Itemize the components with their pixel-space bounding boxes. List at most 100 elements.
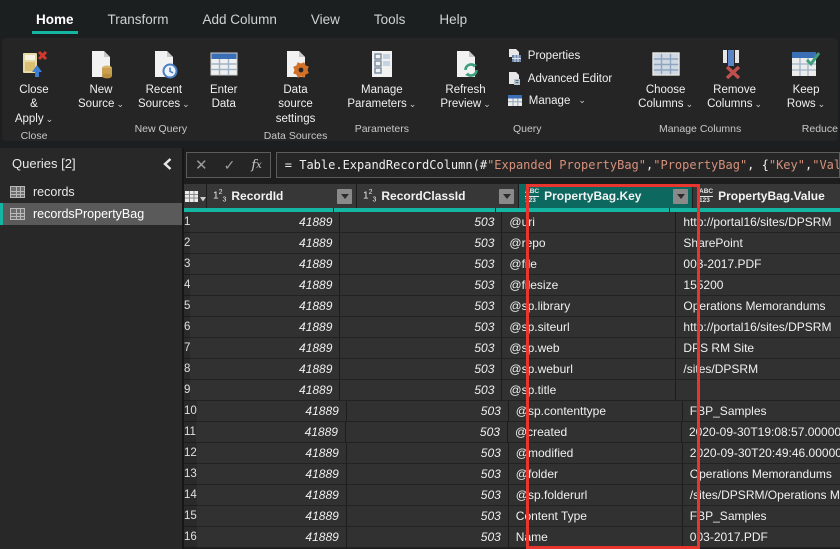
cell-recordclassid[interactable]: 503 xyxy=(347,506,509,527)
cell-recordid[interactable]: 41889 xyxy=(197,443,347,464)
cell-propertybag-value[interactable]: 003-2017.PDF xyxy=(683,527,840,548)
cell-recordid[interactable]: 41889 xyxy=(197,485,347,506)
cell-propertybag-key[interactable]: Content Type xyxy=(509,506,683,527)
keep-rows-button[interactable]: KeepRows⌄ xyxy=(780,44,832,113)
choose-columns-button[interactable]: ChooseColumns⌄ xyxy=(632,44,699,113)
row-number[interactable]: 12 xyxy=(184,443,197,464)
cell-propertybag-value[interactable] xyxy=(676,380,840,401)
cell-propertybag-key[interactable]: @sp.folderurl xyxy=(509,485,683,506)
cell-propertybag-key[interactable]: @repo xyxy=(502,233,676,254)
cell-recordid[interactable]: 41889 xyxy=(190,212,340,233)
cell-recordclassid[interactable]: 503 xyxy=(347,443,509,464)
cell-propertybag-value[interactable]: http://portal16/sites/DPSRM xyxy=(676,317,840,338)
new-source-button[interactable]: NewSource⌄ xyxy=(72,44,130,113)
chevron-left-icon[interactable] xyxy=(163,158,172,170)
remove-columns-button[interactable]: RemoveColumns⌄ xyxy=(701,44,768,113)
cell-propertybag-key[interactable]: @file xyxy=(502,254,676,275)
manage-parameters-button[interactable]: ManageParameters⌄ xyxy=(341,44,422,113)
cell-propertybag-value[interactable]: SharePoint xyxy=(676,233,840,254)
cell-propertybag-value[interactable]: DPS RM Site xyxy=(676,338,840,359)
select-all-corner[interactable] xyxy=(184,184,207,208)
cell-propertybag-value[interactable]: Operations Memorandums xyxy=(676,296,840,317)
cell-propertybag-value[interactable]: 155200 xyxy=(676,275,840,296)
properties-button[interactable]: Properties xyxy=(503,46,616,65)
column-header-recordid[interactable]: 123RecordId xyxy=(207,184,357,208)
cell-recordclassid[interactable]: 503 xyxy=(347,527,509,548)
cell-recordid[interactable]: 41889 xyxy=(196,422,346,443)
cell-recordclassid[interactable]: 503 xyxy=(347,401,509,422)
cell-recordid[interactable]: 41889 xyxy=(197,527,347,548)
row-number[interactable]: 15 xyxy=(184,506,197,527)
cell-propertybag-key[interactable]: @filesize xyxy=(502,275,676,296)
cell-recordid[interactable]: 41889 xyxy=(190,254,340,275)
row-number[interactable]: 13 xyxy=(184,464,197,485)
cell-recordclassid[interactable]: 503 xyxy=(340,296,502,317)
cell-propertybag-key[interactable]: @sp.web xyxy=(502,338,676,359)
cell-recordclassid[interactable]: 503 xyxy=(340,338,502,359)
cell-propertybag-value[interactable]: /sites/DPSRM xyxy=(676,359,840,380)
cell-propertybag-key[interactable]: Name xyxy=(509,527,683,548)
menu-tab-tools[interactable]: Tools xyxy=(360,0,420,38)
query-item-records[interactable]: records xyxy=(0,181,182,203)
menu-tab-view[interactable]: View xyxy=(297,0,354,38)
cell-propertybag-value[interactable]: /sites/DPSRM/Operations M xyxy=(683,485,840,506)
row-number[interactable]: 14 xyxy=(184,485,197,506)
cell-recordid[interactable]: 41889 xyxy=(190,359,340,380)
cell-propertybag-key[interactable]: @created xyxy=(508,422,682,443)
filter-dropdown-icon[interactable] xyxy=(673,189,688,204)
cell-recordid[interactable]: 41889 xyxy=(190,233,340,254)
row-number[interactable]: 16 xyxy=(184,527,197,548)
cell-recordid[interactable]: 41889 xyxy=(190,338,340,359)
row-number[interactable]: 10 xyxy=(184,401,197,422)
column-header-recordclassid[interactable]: 123RecordClassId xyxy=(357,184,519,208)
cell-propertybag-key[interactable]: @sp.siteurl xyxy=(502,317,676,338)
cell-propertybag-key[interactable]: @sp.weburl xyxy=(502,359,676,380)
column-header-propertybag-value[interactable]: ABC123PropertyBag.Value xyxy=(693,184,840,208)
cell-recordid[interactable]: 41889 xyxy=(190,296,340,317)
cell-recordid[interactable]: 41889 xyxy=(197,401,347,422)
cell-recordid[interactable]: 41889 xyxy=(190,275,340,296)
filter-dropdown-icon[interactable] xyxy=(337,189,352,204)
cell-recordclassid[interactable]: 503 xyxy=(347,464,509,485)
cell-recordclassid[interactable]: 503 xyxy=(340,233,502,254)
cell-recordid[interactable]: 41889 xyxy=(197,464,347,485)
cell-propertybag-value[interactable]: FBP_Samples xyxy=(683,506,840,527)
close-apply-button[interactable]: Close &Apply⌄ xyxy=(8,44,60,127)
menu-tab-add-column[interactable]: Add Column xyxy=(189,0,291,38)
cell-propertybag-key[interactable]: @sp.library xyxy=(502,296,676,317)
manage-button[interactable]: Manage⌄ xyxy=(503,92,616,109)
recent-sources-button[interactable]: RecentSources⌄ xyxy=(132,44,196,113)
cell-recordclassid[interactable]: 503 xyxy=(340,380,502,401)
advanced-editor-button[interactable]: Advanced Editor xyxy=(503,69,616,88)
filter-dropdown-icon[interactable] xyxy=(499,189,514,204)
row-number[interactable]: 11 xyxy=(184,422,196,443)
menu-tab-home[interactable]: Home xyxy=(22,0,88,38)
cell-recordid[interactable]: 41889 xyxy=(197,506,347,527)
check-icon[interactable]: ✓ xyxy=(224,157,236,174)
cell-propertybag-value[interactable]: http://portal16/sites/DPSRM xyxy=(676,212,840,233)
cell-recordclassid[interactable]: 503 xyxy=(340,275,502,296)
cell-propertybag-key[interactable]: @modified xyxy=(509,443,683,464)
cell-recordclassid[interactable]: 503 xyxy=(340,254,502,275)
cell-recordclassid[interactable]: 503 xyxy=(340,212,502,233)
cell-propertybag-key[interactable]: @sp.contenttype xyxy=(509,401,683,422)
fx-icon[interactable]: fx xyxy=(251,158,261,173)
remove-rows-button[interactable]: RemoveRows⌄ xyxy=(834,44,838,113)
cell-propertybag-value[interactable]: Operations Memorandums xyxy=(683,464,840,485)
formula-input[interactable]: = Table.ExpandRecordColumn(#"Expanded Pr… xyxy=(276,152,840,178)
cell-recordclassid[interactable]: 503 xyxy=(347,485,509,506)
menu-tab-help[interactable]: Help xyxy=(425,0,481,38)
data-source-settings-button[interactable]: Data source settings xyxy=(262,44,330,127)
cell-propertybag-value[interactable]: 2020-09-30T19:08:57.00000 xyxy=(682,422,840,443)
cell-recordid[interactable]: 41889 xyxy=(190,380,340,401)
cell-propertybag-key[interactable]: @folder xyxy=(509,464,683,485)
cell-propertybag-value[interactable]: FBP_Samples xyxy=(683,401,840,422)
cell-recordclassid[interactable]: 503 xyxy=(340,317,502,338)
enter-data-button[interactable]: Enter Data xyxy=(198,44,250,113)
cell-propertybag-key[interactable]: @sp.title xyxy=(502,380,676,401)
cell-recordclassid[interactable]: 503 xyxy=(346,422,508,443)
query-item-recordspropertybag[interactable]: recordsPropertyBag xyxy=(0,203,182,225)
cell-recordid[interactable]: 41889 xyxy=(190,317,340,338)
x-icon[interactable]: ✕ xyxy=(195,156,208,174)
cell-propertybag-key[interactable]: @uri xyxy=(502,212,676,233)
